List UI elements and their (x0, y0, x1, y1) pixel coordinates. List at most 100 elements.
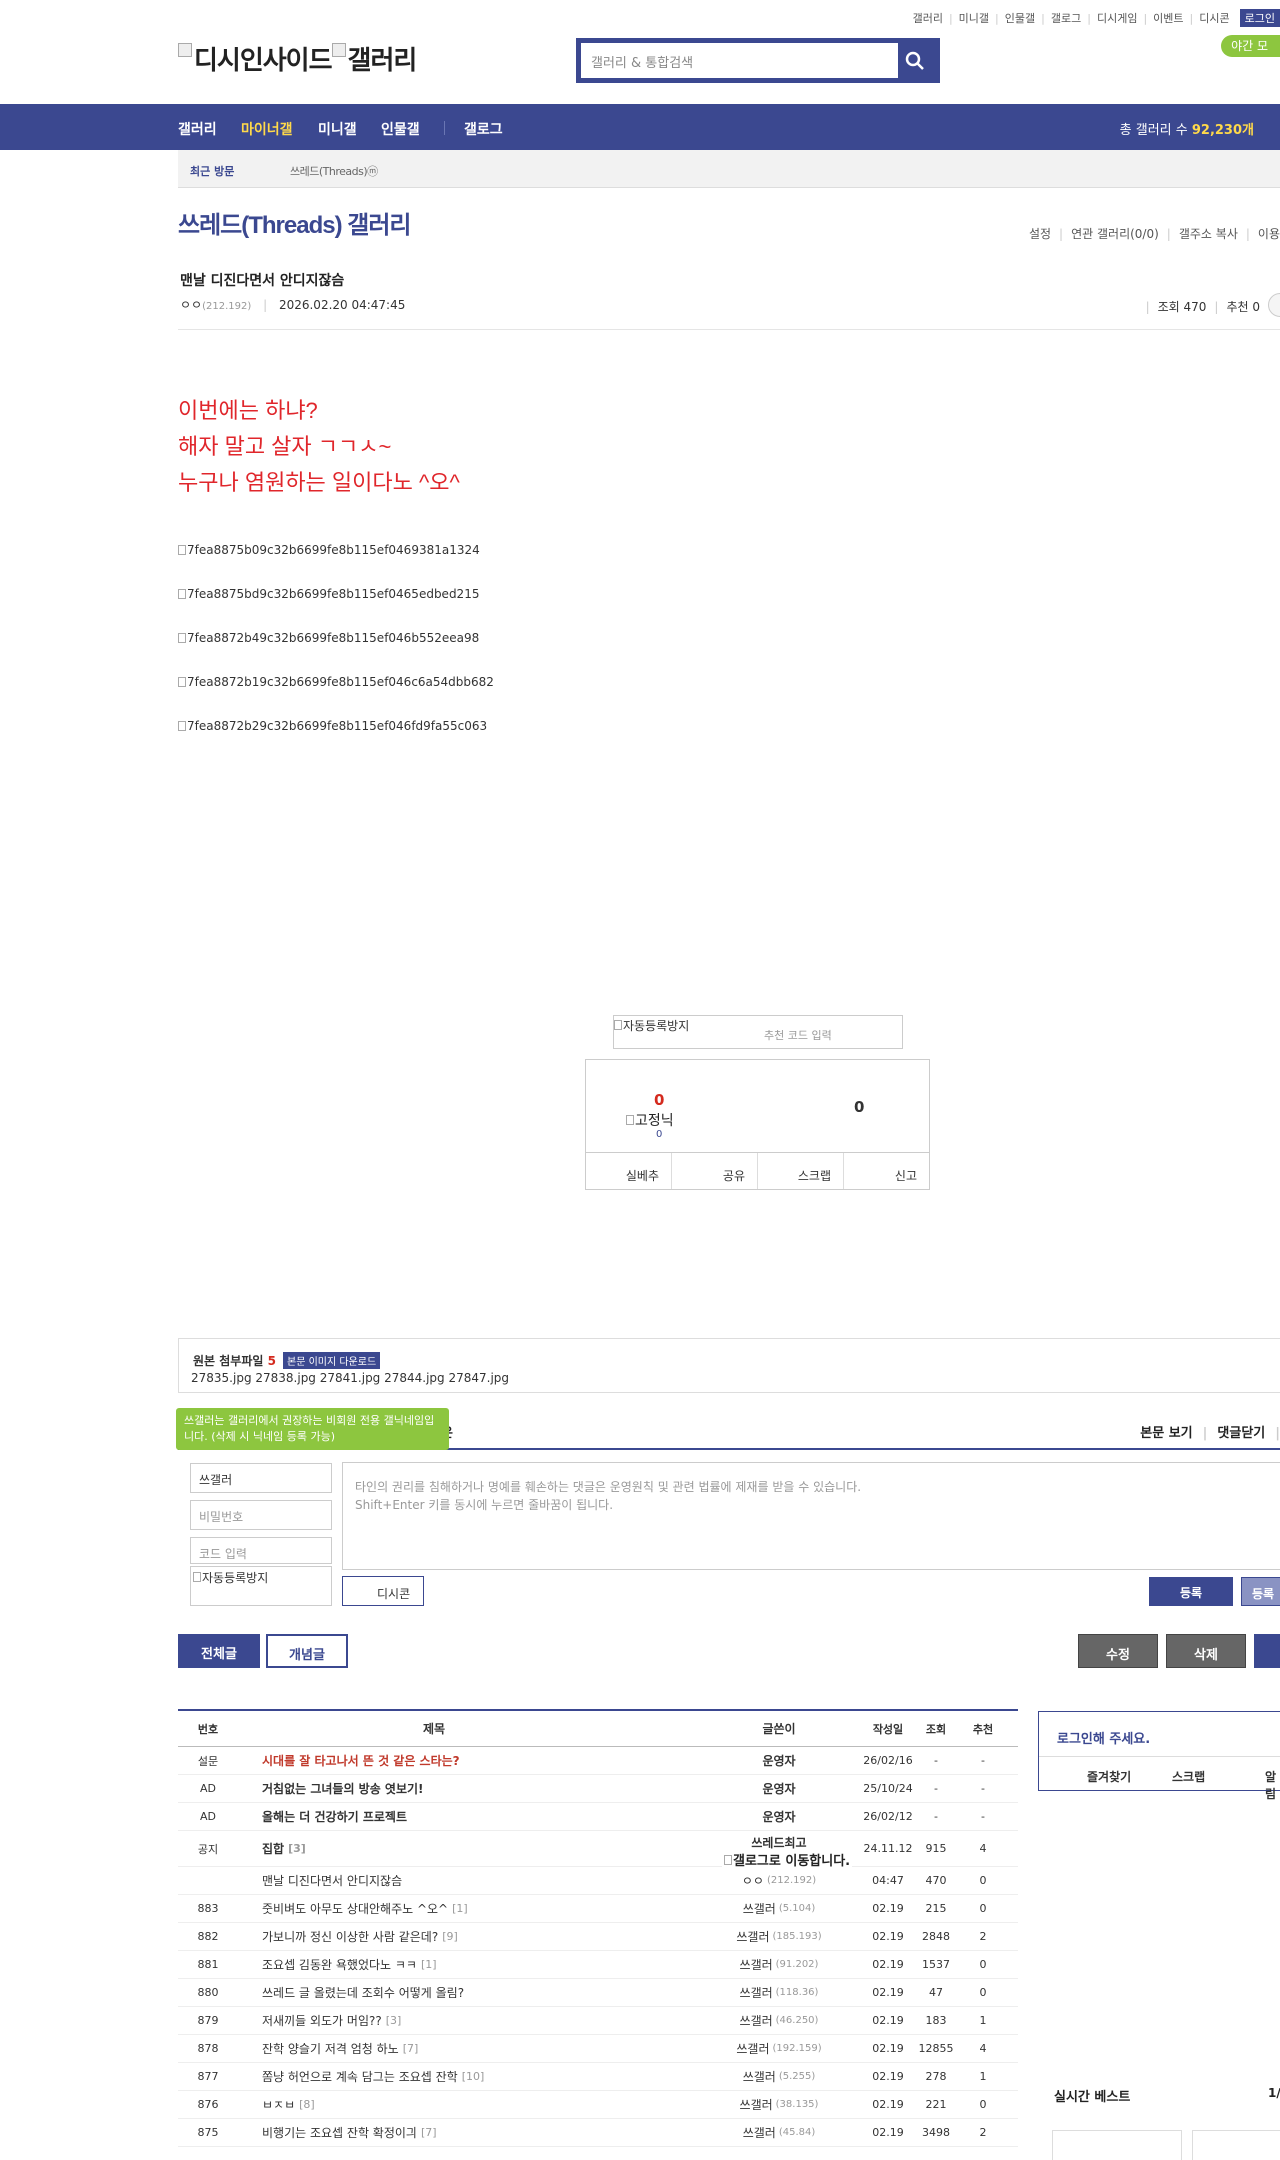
row-subject[interactable]: 저새끼들 외도가 머임?? [3] (262, 2007, 742, 2034)
row-comment-count[interactable]: [8] (299, 2098, 315, 2111)
realtime-best-page[interactable]: 1/ (1268, 2086, 1280, 2100)
recommend-code-input[interactable]: 추천 코드 입력 (764, 1027, 832, 1043)
search-icon[interactable] (905, 51, 925, 71)
row-writer-name[interactable]: 운영자 (762, 1808, 795, 1825)
row-subject-text[interactable]: 줏비벼도 아무도 상대안해주노 ^오^ (262, 1900, 448, 1917)
row-comment-count[interactable]: [7] (421, 2126, 437, 2139)
top-link[interactable]: 인물갤 (1005, 10, 1035, 26)
row-writer[interactable]: 쓰갤러 (46.250) (708, 2007, 850, 2034)
gnb-gallog[interactable]: 갤로그 (464, 119, 503, 139)
post-image[interactable]: 7fea8872b49c32b6699fe8b115ef046b552eea98 (178, 631, 479, 645)
night-mode-button[interactable]: 야간 모 (1221, 35, 1280, 57)
attachment-files[interactable]: 27835.jpg 27838.jpg 27841.jpg 27844.jpg … (191, 1371, 509, 1385)
side-alarm[interactable]: 알림 (1265, 1768, 1280, 1802)
row-writer-name[interactable]: 쓰갤러 (740, 2096, 773, 2113)
row-comment-count[interactable]: [10] (462, 2070, 485, 2083)
report-button[interactable]: 신고 (844, 1153, 929, 1189)
row-writer-name[interactable]: 쓰갤러 (740, 2012, 773, 2029)
top-link[interactable]: 디시게임 (1097, 10, 1137, 26)
best-recommend-button[interactable]: 실베추 (586, 1153, 672, 1189)
comment-jump-button[interactable] (1268, 293, 1280, 317)
side-favorites[interactable]: 즐겨찾기 (1087, 1768, 1131, 1785)
row-subject[interactable]: 잔학 양슬기 저격 엄청 하노 [7] (262, 2035, 742, 2062)
row-comment-count[interactable]: [3] (288, 1842, 306, 1855)
row-subject[interactable]: 비행기는 조요셉 잔학 확정이긔 [7] (262, 2119, 742, 2146)
post-image[interactable]: 7fea8872b19c32b6699fe8b115ef046c6a54dbb6… (178, 675, 494, 689)
recent-visit-label[interactable]: 최근 방문 (190, 163, 234, 179)
write-button[interactable] (1254, 1634, 1280, 1668)
row-writer-name[interactable]: 쓰갤러 (743, 1900, 776, 1917)
row-subject[interactable]: 가보니까 정신 이상한 사람 같은데? [9] (262, 1923, 742, 1950)
gnb-minor-gallery[interactable]: 마이너갤 (241, 119, 293, 139)
table-row[interactable]: 877 쫌냥 허언으로 계속 담그는 조요셉 잔학 [10] 쓰갤러 (5.255) 02… (178, 2063, 1018, 2091)
row-subject[interactable]: 집합 [3] (262, 1831, 742, 1866)
table-row[interactable]: 879 저새끼들 외도가 머임?? [3] 쓰갤러 (46.250) 02.19 183 1 (178, 2007, 1018, 2035)
row-writer[interactable]: ㅇㅇ (212.192) (708, 1867, 850, 1894)
row-writer[interactable]: 쓰갤러 (38.135) (708, 2091, 850, 2118)
row-subject[interactable]: 거침없는 그녀들의 방송 엿보기! (262, 1775, 742, 1802)
row-writer[interactable]: 운영자 (708, 1747, 850, 1774)
comment-password-input[interactable]: 비밀번호 (190, 1500, 332, 1530)
row-subject[interactable]: 시대를 잘 타고나서 뜬 것 같은 스타는? (262, 1747, 742, 1774)
row-subject-text[interactable]: 집합 (262, 1840, 284, 1857)
gallery-menu-item[interactable]: 연관 갤러리(0/0) (1071, 227, 1159, 241)
login-prompt[interactable]: 로그인해 주세요. (1057, 1728, 1150, 1747)
edit-button[interactable]: 수정 (1078, 1634, 1158, 1668)
row-subject-text[interactable]: ㅂㅈㅂ (262, 2096, 295, 2113)
row-writer-name[interactable]: 쓰갤러 (743, 2068, 776, 2085)
row-subject-text[interactable]: 가보니까 정신 이상한 사람 같은데? (262, 1928, 438, 1945)
row-comment-count[interactable]: [3] (386, 2014, 402, 2027)
table-row[interactable]: 882 가보니까 정신 이상한 사람 같은데? [9] 쓰갤러 (185.193) 02.… (178, 1923, 1018, 1951)
row-writer-name[interactable]: 쓰갤러 (743, 2124, 776, 2141)
site-logo[interactable]: 디시인사이드 갤러리 (178, 40, 417, 77)
row-writer-name[interactable]: 쓰레드최고 (751, 1834, 806, 1851)
row-subject-text[interactable]: 맨날 디진다면서 안디지잖슴 (262, 1872, 402, 1889)
row-subject-text[interactable]: 쫌냥 허언으로 계속 담그는 조요셉 잔학 (262, 2068, 458, 2085)
row-subject[interactable]: 조요셉 김동완 욕했었다노 ㅋㅋ [1] (262, 1951, 742, 1978)
row-writer[interactable]: 쓰갤러 (185.193) (708, 1923, 850, 1950)
top-link[interactable]: 미니갤 (959, 10, 989, 26)
post-author[interactable]: ㅇㅇ (180, 298, 202, 312)
row-comment-count[interactable]: [1] (452, 1902, 468, 1915)
best-item-card[interactable] (1052, 2130, 1182, 2160)
fixed-nick-upvote[interactable]: 고정닉 (626, 1110, 674, 1130)
top-link[interactable]: 이벤트 (1153, 10, 1183, 26)
login-button[interactable]: 로그인 (1239, 9, 1280, 27)
post-image[interactable]: 7fea8872b29c32b6699fe8b115ef046fd9fa55c0… (178, 719, 487, 733)
recent-visit-item[interactable]: 쓰레드(Threads)ⓜ (290, 163, 378, 179)
row-writer-name[interactable]: ㅇㅇ (742, 1872, 764, 1889)
table-row[interactable]: AD 올해는 더 건강하기 프로젝트 운영자 26/02/12 - - (178, 1803, 1018, 1831)
table-row[interactable]: 공지 집합 [3] 쓰레드최고 24.11.12 915 4 (178, 1831, 1018, 1867)
gnb-person-gallery[interactable]: 인물갤 (381, 119, 420, 139)
gallog-overlay[interactable]: 갤로그로 이동합니다. (722, 1850, 853, 1869)
gnb-gallery[interactable]: 갤러리 (178, 119, 217, 139)
gallery-title[interactable]: 쓰레드(Threads) 갤러리 (178, 205, 411, 240)
row-subject-text[interactable]: 조요셉 김동완 욕했었다노 ㅋㅋ (262, 1956, 417, 1973)
row-writer-name[interactable]: 쓰갤러 (736, 2040, 769, 2057)
comment-submit-recommend-button[interactable]: 등록 (1241, 1577, 1280, 1606)
top-link[interactable]: 디시콘 (1199, 10, 1229, 26)
table-row[interactable]: 876 ㅂㅈㅂ [8] 쓰갤러 (38.135) 02.19 221 0 (178, 2091, 1018, 2119)
row-subject-text[interactable]: 거침없는 그녀들의 방송 엿보기! (262, 1780, 424, 1797)
row-writer[interactable]: 쓰갤러 (118.36) (708, 1979, 850, 2006)
table-row[interactable]: 878 잔학 양슬기 저격 엄청 하노 [7] 쓰갤러 (192.159) 02.19 12… (178, 2035, 1018, 2063)
comment-submit-button[interactable]: 등록 (1149, 1577, 1233, 1606)
view-body-link[interactable]: 본문 보기 (1140, 1426, 1192, 1441)
top-link[interactable]: 갤로그 (1051, 10, 1081, 26)
row-writer[interactable]: 쓰갤러 (45.84) (708, 2119, 850, 2146)
row-writer-name[interactable]: 운영자 (762, 1752, 795, 1769)
gallery-menu-item[interactable]: 이용 (1258, 227, 1280, 241)
dccon-button[interactable]: 디시콘 (342, 1576, 424, 1606)
comment-textarea[interactable]: 타인의 권리를 침해하거나 명예를 훼손하는 댓글은 운영원칙 및 관련 법률에… (342, 1462, 1280, 1570)
row-subject[interactable]: 쫌냥 허언으로 계속 담그는 조요셉 잔학 [10] (262, 2063, 742, 2090)
row-writer[interactable]: 운영자 (708, 1803, 850, 1830)
row-subject[interactable]: 줏비벼도 아무도 상대안해주노 ^오^ [1] (262, 1895, 742, 1922)
row-writer-name[interactable]: 운영자 (762, 1780, 795, 1797)
all-posts-button[interactable]: 전체글 (178, 1634, 260, 1668)
comment-code-input[interactable]: 코드 입력 (190, 1537, 332, 1564)
row-writer-name[interactable]: 쓰갤러 (740, 1956, 773, 1973)
row-subject-text[interactable]: 잔학 양슬기 저격 엄청 하노 (262, 2040, 399, 2057)
row-writer[interactable]: 쓰갤러 (192.159) (708, 2035, 850, 2062)
delete-button[interactable]: 삭제 (1166, 1634, 1246, 1668)
table-row[interactable]: 875 비행기는 조요셉 잔학 확정이긔 [7] 쓰갤러 (45.84) 02.19 349… (178, 2119, 1018, 2147)
